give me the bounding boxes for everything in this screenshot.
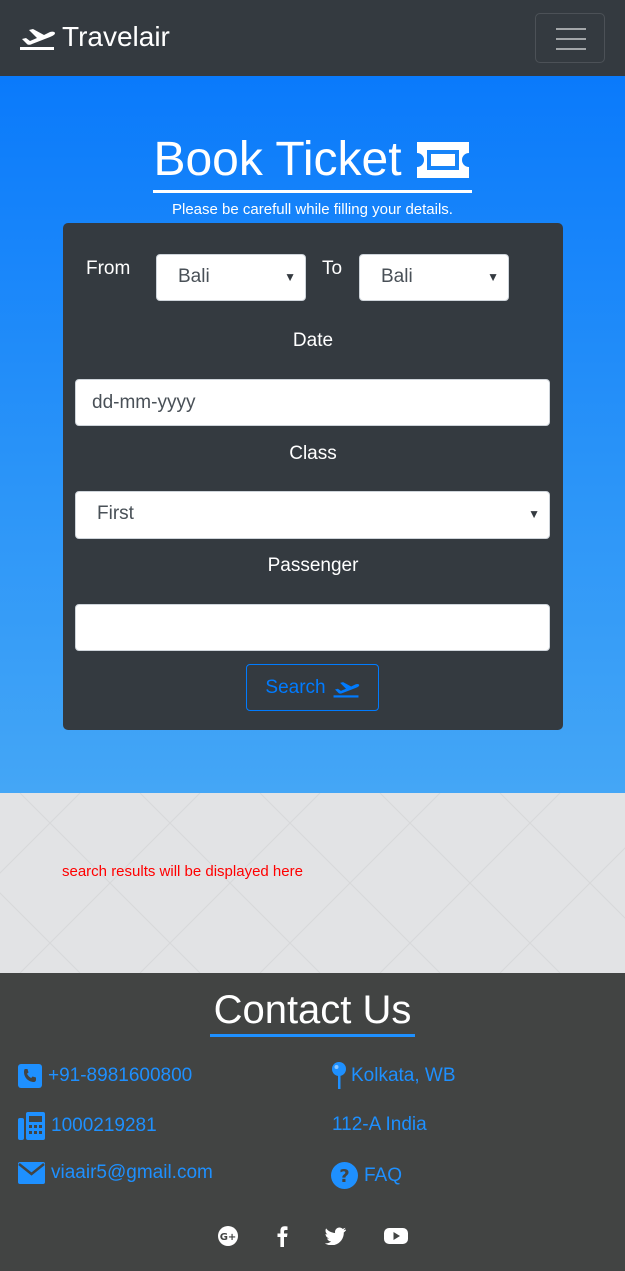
contact-footer: Contact Us +91-8981600800 1000219281 via…	[0, 973, 625, 1271]
faq-link[interactable]: ? FAQ	[331, 1162, 402, 1189]
date-field[interactable]: dd-mm-yyyy	[75, 379, 550, 426]
search-button-label: Search	[265, 676, 326, 698]
chevron-down-icon: ▼	[487, 270, 499, 284]
email-text: viaair5@gmail.com	[51, 1162, 213, 1183]
contact-title: Contact Us	[0, 987, 625, 1037]
chevron-down-icon: ▼	[284, 270, 296, 284]
to-select-value: Bali	[381, 266, 413, 287]
brand-name: Travelair	[62, 21, 170, 52]
youtube-icon	[384, 1228, 408, 1244]
class-label: Class	[289, 443, 337, 464]
phone-square-icon	[18, 1064, 42, 1088]
page-subtitle: Please be carefull while filling your de…	[172, 201, 453, 218]
class-select-value: First	[97, 503, 134, 524]
from-select[interactable]: Bali ▼	[156, 254, 306, 301]
fax-icon	[18, 1112, 45, 1140]
plane-departure-icon	[333, 681, 359, 698]
passenger-field[interactable]	[75, 604, 550, 651]
passenger-label: Passenger	[267, 555, 359, 576]
date-label: Date	[292, 330, 334, 351]
menu-toggle-button[interactable]	[535, 13, 605, 63]
from-label: From	[86, 258, 131, 279]
to-select[interactable]: Bali ▼	[359, 254, 509, 301]
twitter-icon	[325, 1227, 346, 1245]
email-link[interactable]: viaair5@gmail.com	[18, 1162, 213, 1184]
facebook-icon	[277, 1226, 288, 1247]
phone-link[interactable]: +91-8981600800	[18, 1064, 192, 1088]
search-button[interactable]: Search	[246, 664, 379, 711]
navbar: Travelair	[0, 0, 625, 76]
svg-text:G+: G+	[220, 1232, 237, 1243]
plane-departure-icon	[20, 29, 55, 50]
map-pin-icon	[332, 1062, 346, 1089]
from-select-value: Bali	[178, 266, 210, 287]
chevron-down-icon: ▼	[528, 507, 540, 521]
faq-text: FAQ	[364, 1164, 403, 1186]
booking-section: Book Ticket Please be carefull while fil…	[0, 76, 625, 793]
search-results-section: search results will be displayed here	[0, 793, 625, 973]
address-text[interactable]: 112-A India	[332, 1114, 427, 1136]
youtube-link[interactable]	[384, 1225, 408, 1247]
fax-link[interactable]: 1000219281	[18, 1112, 157, 1140]
page-title: Book Ticket	[0, 132, 625, 193]
facebook-link[interactable]	[270, 1225, 294, 1247]
twitter-link[interactable]	[324, 1225, 348, 1247]
google-plus-link[interactable]: G+	[216, 1225, 240, 1247]
date-field-placeholder: dd-mm-yyyy	[92, 392, 196, 413]
brand[interactable]: Travelair	[18, 20, 170, 54]
to-label: To	[322, 258, 343, 279]
class-select[interactable]: First ▼	[75, 491, 550, 539]
fax-text: 1000219281	[51, 1115, 157, 1136]
google-plus-icon: G+	[218, 1226, 238, 1246]
location-link[interactable]: Kolkata, WB	[331, 1062, 456, 1090]
contact-title-text: Contact Us	[209, 987, 416, 1037]
results-placeholder-text: search results will be displayed here	[62, 863, 303, 880]
background-pattern	[0, 793, 625, 973]
ticket-icon	[416, 142, 469, 178]
envelope-icon	[18, 1162, 45, 1184]
booking-form: From Bali ▼ To Bali ▼ Date dd-mm-yyyy Cl…	[63, 223, 563, 730]
svg-text:?: ?	[339, 1166, 349, 1187]
phone-text: +91-8981600800	[48, 1065, 193, 1086]
location-text: Kolkata, WB	[351, 1065, 456, 1086]
page-title-text: Book Ticket	[153, 133, 402, 186]
question-circle-icon: ?	[331, 1162, 358, 1189]
